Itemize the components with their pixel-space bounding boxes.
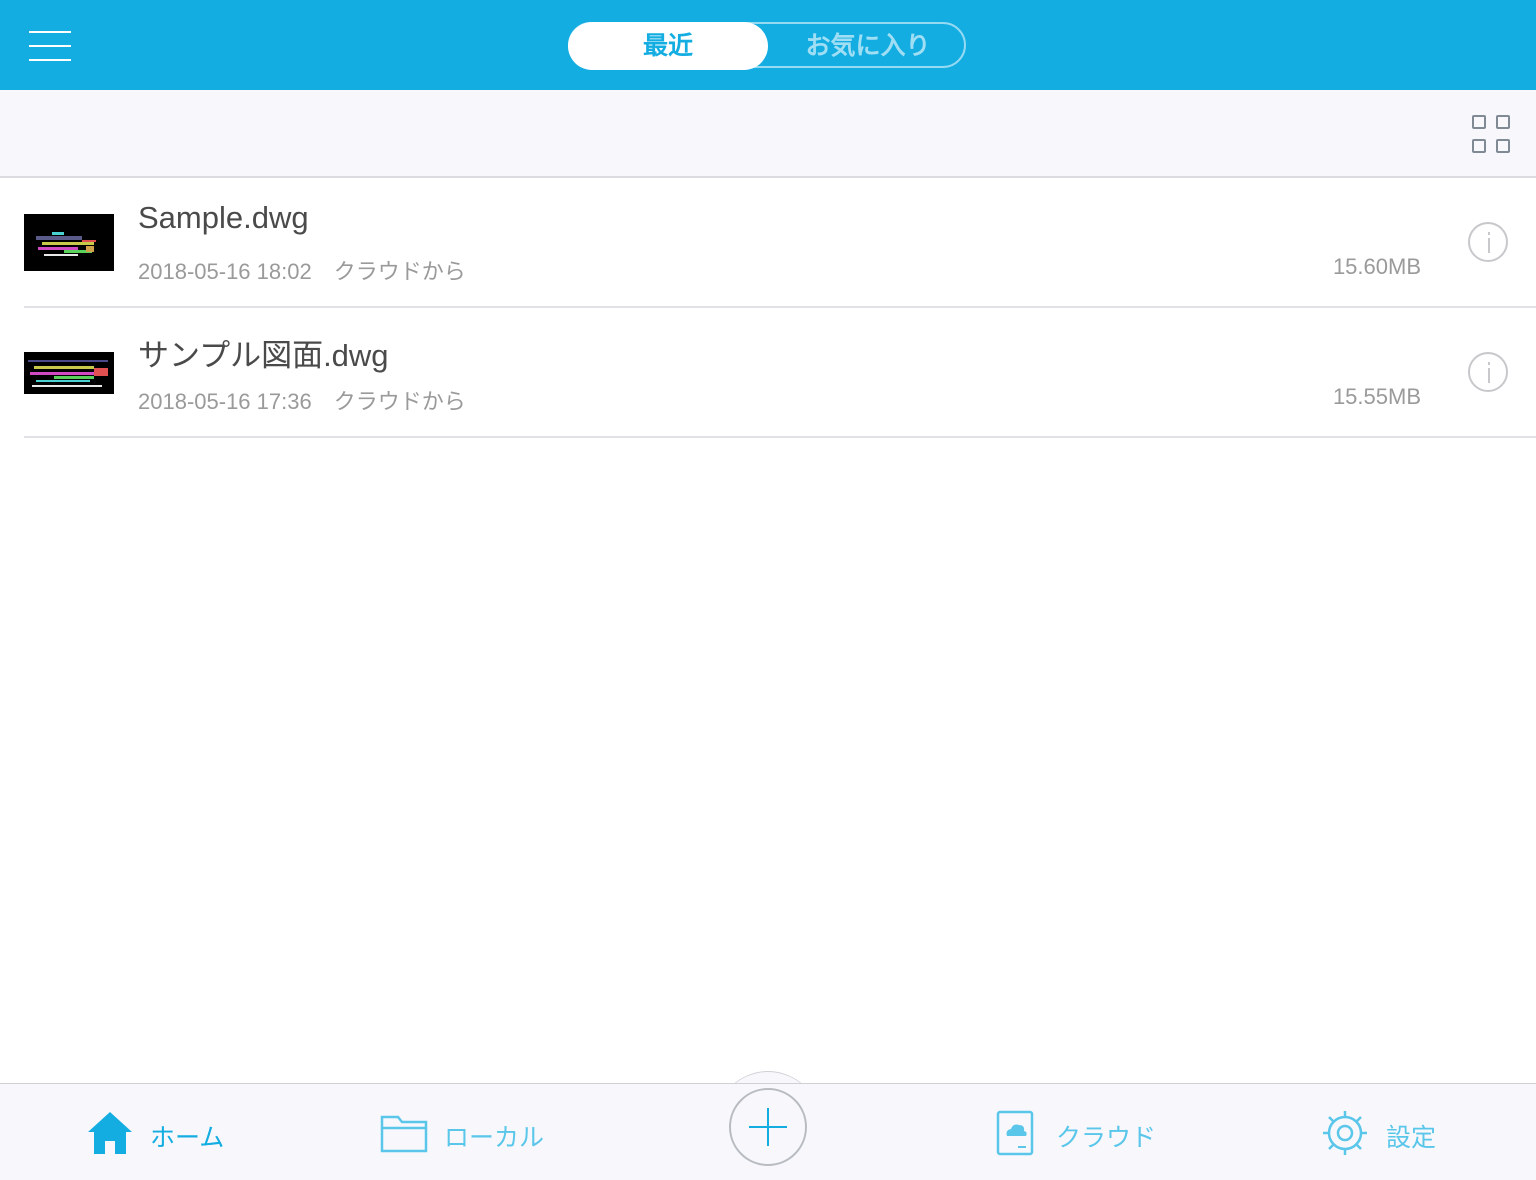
gear-icon [1323, 1111, 1367, 1155]
file-date: 2018-05-16 18:02 [138, 259, 312, 284]
tab-local-label: ローカル [444, 1123, 545, 1152]
tab-recent[interactable]: 最近 [568, 22, 768, 70]
grid-view-icon[interactable] [1472, 115, 1512, 155]
add-icon[interactable] [729, 1088, 807, 1166]
tab-settings[interactable]: 設定 [1322, 1084, 1452, 1180]
file-source: クラウドから [333, 389, 466, 414]
hamburger-menu-icon[interactable] [29, 31, 71, 61]
file-list-item[interactable]: サンプル図面.dwg 2018-05-16 17:36 クラウドから 15.55M… [24, 308, 1536, 438]
file-source: クラウドから [333, 259, 466, 284]
file-size: 15.60MB [1332, 254, 1421, 279]
info-icon[interactable] [1468, 222, 1508, 262]
info-icon[interactable] [1468, 352, 1508, 392]
file-thumbnail [24, 214, 114, 271]
tab-home-label: ホーム [150, 1123, 225, 1152]
file-thumbnail [24, 352, 114, 394]
tab-local[interactable]: ローカル [380, 1084, 560, 1180]
file-name: Sample.dwg [138, 200, 309, 235]
file-size: 15.55MB [1332, 384, 1421, 409]
segmented-control: 最近 お気に入り [568, 22, 968, 70]
file-name: サンプル図面.dwg [138, 338, 389, 373]
folder-icon [380, 1115, 428, 1153]
cloud-drive-icon [996, 1110, 1034, 1156]
home-icon [88, 1112, 132, 1154]
list-toolbar [0, 90, 1536, 178]
top-bar: 最近 お気に入り [0, 0, 1536, 90]
file-list-item[interactable]: Sample.dwg 2018-05-16 18:02 クラウドから 15.60M… [24, 178, 1536, 308]
tab-settings-label: 設定 [1386, 1123, 1437, 1152]
tab-favorites[interactable]: お気に入り [768, 22, 968, 70]
tab-cloud[interactable]: クラウド [996, 1084, 1176, 1180]
file-meta: 2018-05-16 18:02 クラウドから [138, 254, 466, 286]
file-meta: 2018-05-16 17:36 クラウドから [138, 384, 466, 416]
file-date: 2018-05-16 17:36 [138, 389, 312, 414]
app-window: 最近 お気に入り Sample.dwg 2018-05-16 18:02 クラウ… [0, 0, 1536, 1180]
tab-cloud-label: クラウド [1056, 1123, 1157, 1152]
tab-home[interactable]: ホーム [86, 1084, 246, 1180]
